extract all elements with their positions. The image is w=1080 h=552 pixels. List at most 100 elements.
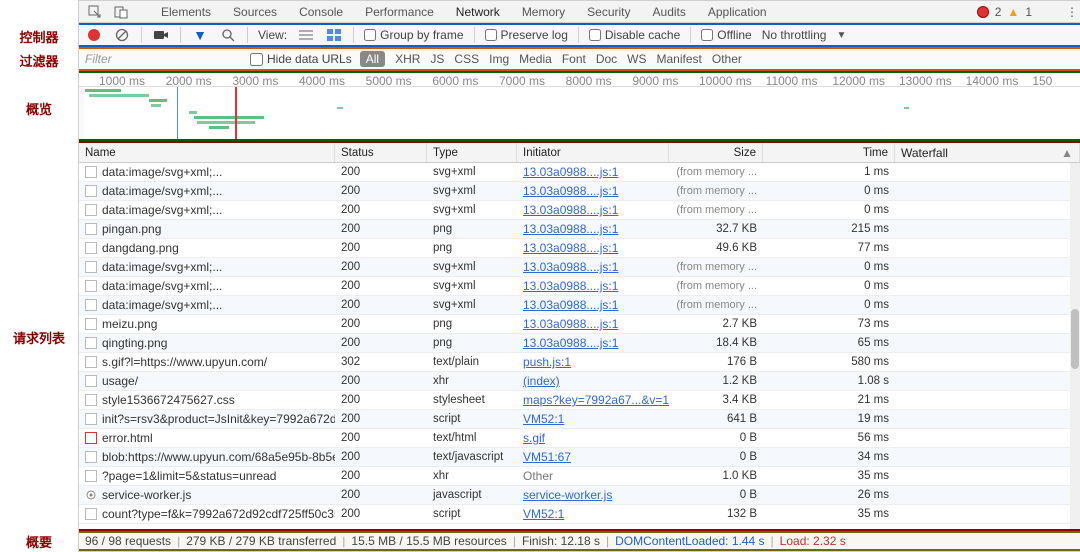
initiator-link[interactable]: 13.03a0988....js:1 [523, 184, 618, 198]
request-status: 200 [335, 280, 427, 292]
initiator-link[interactable]: 13.03a0988....js:1 [523, 336, 618, 350]
request-size: 641 B [669, 413, 763, 425]
inspect-icon[interactable] [87, 4, 103, 20]
initiator-link[interactable]: service-worker.js [523, 488, 612, 502]
filter-toggle-icon[interactable]: ▼ [191, 26, 209, 44]
initiator-link[interactable]: 13.03a0988....js:1 [523, 317, 618, 331]
controller-bar: ▼ View: Group by frame Preserve log Disa… [79, 23, 1080, 47]
view-list-icon[interactable] [297, 26, 315, 44]
table-row[interactable]: usage/200xhr(index)1.2 KB1.08 s [79, 372, 1080, 391]
initiator-link[interactable]: VM52:1 [523, 507, 564, 521]
request-time: 26 ms [763, 489, 895, 501]
record-button[interactable] [85, 26, 103, 44]
col-type[interactable]: Type [427, 143, 517, 162]
error-badge-icon[interactable] [977, 6, 989, 18]
table-row[interactable]: blob:https://www.upyun.com/68a5e95b-8b5e… [79, 448, 1080, 467]
table-row[interactable]: qingting.png200png13.03a0988....js:118.4… [79, 334, 1080, 353]
tab-application[interactable]: Application [708, 5, 767, 19]
tick: 14000 ms [966, 74, 1019, 88]
filter-type-media[interactable]: Media [519, 52, 552, 66]
filter-type-css[interactable]: CSS [454, 52, 479, 66]
filter-type-other[interactable]: Other [712, 52, 742, 66]
filter-type-img[interactable]: Img [489, 52, 509, 66]
request-size: (from memory ... [669, 280, 763, 292]
preserve-log-checkbox[interactable]: Preserve log [485, 28, 568, 42]
tab-audits[interactable]: Audits [653, 5, 686, 19]
table-row[interactable]: ?page=1&limit=5&status=unread200xhrOther… [79, 467, 1080, 486]
table-row[interactable]: data:image/svg+xml;...200svg+xml13.03a09… [79, 296, 1080, 315]
table-row[interactable]: style1536672475627.css200stylesheetmaps?… [79, 391, 1080, 410]
filter-type-all[interactable]: All [360, 51, 385, 67]
disable-cache-checkbox[interactable]: Disable cache [589, 28, 680, 42]
col-size[interactable]: Size [669, 143, 763, 162]
chevron-down-icon[interactable]: ▼ [836, 30, 846, 41]
search-icon[interactable] [219, 26, 237, 44]
timeline-overview[interactable]: 1000 ms2000 ms3000 ms4000 ms5000 ms6000 … [79, 71, 1080, 141]
offline-checkbox[interactable]: Offline [701, 28, 751, 42]
request-name: data:image/svg+xml;... [102, 165, 222, 179]
clear-button[interactable] [113, 26, 131, 44]
initiator-link[interactable]: push.js:1 [523, 355, 571, 369]
scrollbar[interactable] [1070, 163, 1080, 529]
initiator-link[interactable]: maps?key=7992a67...&v=1... [523, 393, 669, 407]
initiator-link[interactable]: 13.03a0988....js:1 [523, 279, 618, 293]
tab-memory[interactable]: Memory [522, 5, 565, 19]
view-frames-icon[interactable] [325, 26, 343, 44]
col-initiator[interactable]: Initiator [517, 143, 669, 162]
tab-security[interactable]: Security [587, 5, 630, 19]
table-row[interactable]: data:image/svg+xml;...200svg+xml13.03a09… [79, 258, 1080, 277]
initiator-link[interactable]: VM51:67 [523, 450, 571, 464]
col-name[interactable]: Name [79, 143, 335, 162]
tab-performance[interactable]: Performance [365, 5, 434, 19]
request-time: 215 ms [763, 223, 895, 235]
table-row[interactable]: data:image/svg+xml;...200svg+xml13.03a09… [79, 201, 1080, 220]
request-name: data:image/svg+xml;... [102, 184, 222, 198]
initiator-link[interactable]: 13.03a0988....js:1 [523, 241, 618, 255]
table-row[interactable]: pingan.png200png13.03a0988....js:132.7 K… [79, 220, 1080, 239]
filter-type-ws[interactable]: WS [627, 52, 646, 66]
tab-elements[interactable]: Elements [161, 5, 211, 19]
initiator-link[interactable]: s.gif [523, 431, 545, 445]
tab-network[interactable]: Network [456, 5, 500, 19]
summary-domcontent: DOMContentLoaded: 1.44 s [615, 534, 764, 548]
table-row[interactable]: init?s=rsv3&product=JsInit&key=7992a672d… [79, 410, 1080, 429]
filter-type-doc[interactable]: Doc [596, 52, 617, 66]
table-row[interactable]: data:image/svg+xml;...200svg+xml13.03a09… [79, 277, 1080, 296]
tick: 3000 ms [232, 74, 278, 88]
col-status[interactable]: Status [335, 143, 427, 162]
initiator-link[interactable]: 13.03a0988....js:1 [523, 165, 618, 179]
device-toggle-icon[interactable] [113, 4, 129, 20]
filter-type-manifest[interactable]: Manifest [657, 52, 702, 66]
initiator-link[interactable]: 13.03a0988....js:1 [523, 222, 618, 236]
col-waterfall[interactable]: Waterfall▲ [895, 143, 1080, 162]
kebab-menu-icon[interactable]: ⋮ [1064, 4, 1080, 20]
initiator-link[interactable]: 13.03a0988....js:1 [523, 260, 618, 274]
initiator-link[interactable]: 13.03a0988....js:1 [523, 298, 618, 312]
table-row[interactable]: data:image/svg+xml;...200svg+xml13.03a09… [79, 182, 1080, 201]
hide-data-urls-checkbox[interactable]: Hide data URLs [250, 52, 352, 66]
table-row[interactable]: meizu.png200png13.03a0988....js:12.7 KB7… [79, 315, 1080, 334]
table-row[interactable]: data:image/svg+xml;...200svg+xml13.03a09… [79, 163, 1080, 182]
initiator-link[interactable]: (index) [523, 374, 560, 388]
request-type: svg+xml [427, 166, 517, 178]
filter-type-js[interactable]: JS [430, 52, 444, 66]
initiator-link[interactable]: VM52:1 [523, 412, 564, 426]
table-row[interactable]: service-worker.js200javascriptservice-wo… [79, 486, 1080, 505]
tab-console[interactable]: Console [299, 5, 343, 19]
tab-sources[interactable]: Sources [233, 5, 277, 19]
tick: 12000 ms [832, 74, 885, 88]
filter-type-xhr[interactable]: XHR [395, 52, 420, 66]
table-row[interactable]: error.html200text/htmls.gif0 B56 ms [79, 429, 1080, 448]
col-time[interactable]: Time [763, 143, 895, 162]
group-by-frame-checkbox[interactable]: Group by frame [364, 28, 463, 42]
initiator-link[interactable]: 13.03a0988....js:1 [523, 203, 618, 217]
filter-input[interactable] [85, 52, 242, 66]
request-initiator: maps?key=7992a67...&v=1... [517, 393, 669, 407]
table-row[interactable]: s.gif?l=https://www.upyun.com/302text/pl… [79, 353, 1080, 372]
table-row[interactable]: dangdang.png200png13.03a0988....js:149.6… [79, 239, 1080, 258]
table-row[interactable]: count?type=f&k=7992a672d92cdf725ff50c35.… [79, 505, 1080, 524]
filter-type-font[interactable]: Font [562, 52, 586, 66]
warning-badge-icon[interactable]: ▲ [1007, 5, 1019, 19]
throttling-select[interactable]: No throttling [762, 28, 827, 42]
camera-icon[interactable] [152, 26, 170, 44]
